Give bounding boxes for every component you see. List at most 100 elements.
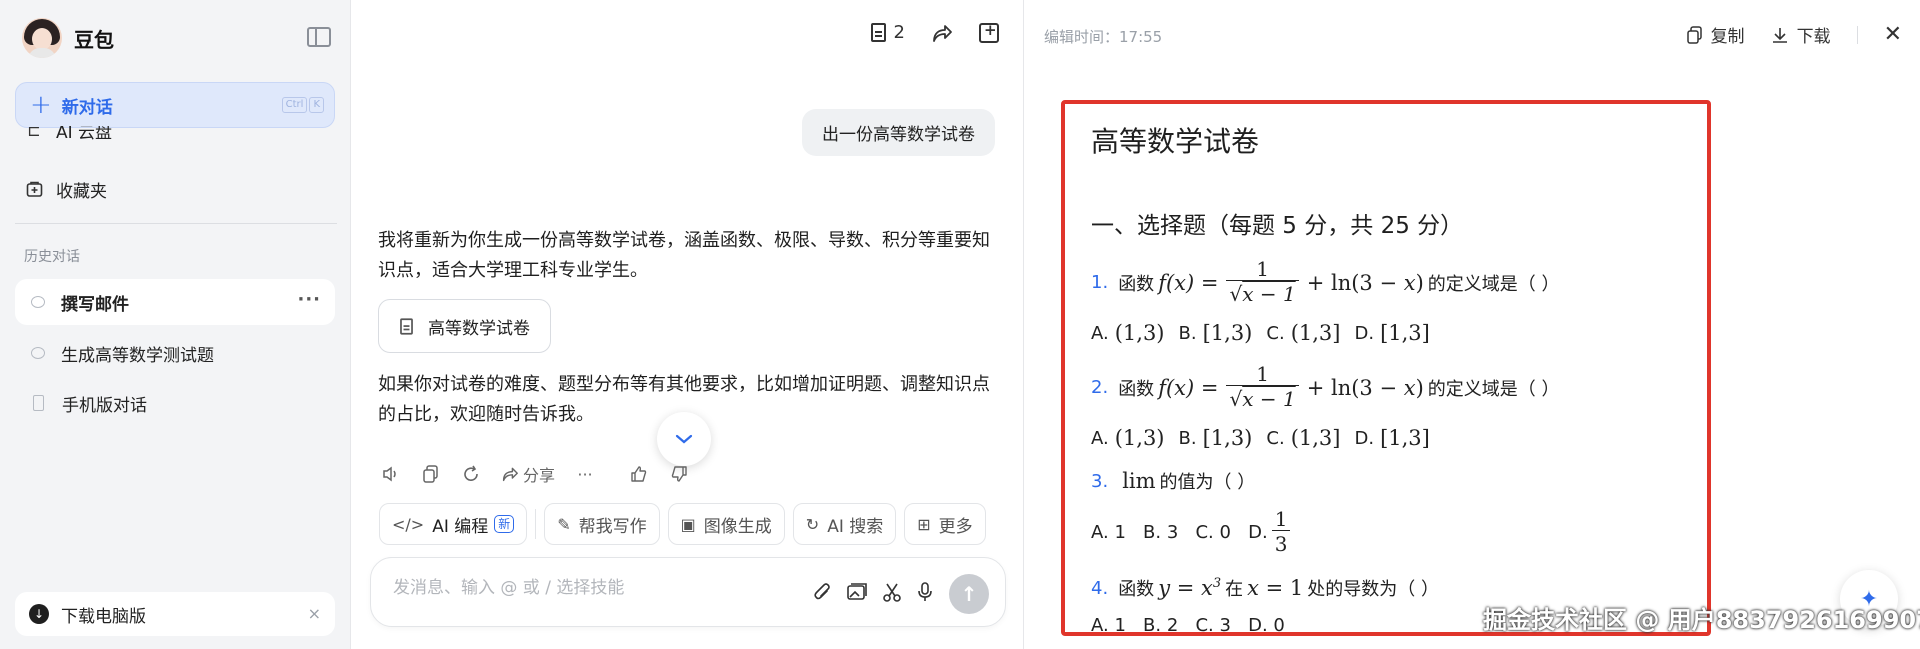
option-label: D. bbox=[1354, 322, 1375, 344]
microphone-icon[interactable] bbox=[917, 581, 933, 607]
document-card-title: 高等数学试卷 bbox=[428, 318, 530, 339]
math-expression: f(x) = bbox=[1158, 375, 1219, 400]
math-fraction: 1 √x − 1 bbox=[1226, 258, 1299, 307]
copy-button[interactable]: 复制 bbox=[1686, 22, 1745, 47]
scissors-icon[interactable] bbox=[883, 582, 901, 607]
image-upload-icon[interactable] bbox=[847, 582, 867, 606]
skill-writing[interactable]: ✎ 帮我写作 bbox=[544, 503, 660, 545]
search-icon: ↻ bbox=[805, 514, 820, 534]
phone-icon bbox=[33, 395, 44, 411]
copy-icon[interactable] bbox=[421, 464, 441, 484]
sidebar-item-favorites[interactable]: 收藏夹 bbox=[24, 174, 107, 204]
message-input[interactable] bbox=[393, 578, 753, 598]
documents-button[interactable]: 2 bbox=[870, 22, 905, 43]
share-button[interactable]: 分享 bbox=[501, 462, 555, 486]
question: 1. 函数 f(x) = 1 √x − 1 + ln(3 − x) 的定义域是（ … bbox=[1091, 258, 1681, 307]
history-item-label: 生成高等数学测试题 bbox=[61, 345, 214, 366]
document-icon bbox=[400, 317, 413, 335]
avatar bbox=[22, 18, 62, 58]
history-item[interactable]: 撰写邮件 ··· bbox=[15, 279, 335, 325]
share-label: 分享 bbox=[523, 466, 556, 485]
message-composer: ↑ bbox=[370, 557, 1006, 627]
share-icon bbox=[502, 467, 518, 482]
image-icon: ▣ bbox=[680, 514, 696, 534]
option-label: A. bbox=[1091, 322, 1109, 344]
skill-image-generation[interactable]: ▣ 图像生成 bbox=[667, 503, 785, 545]
regenerate-icon[interactable] bbox=[461, 464, 481, 484]
download-desktop-button[interactable]: ↓ 下载电脑版 × bbox=[15, 592, 335, 636]
question-number: 1. bbox=[1091, 272, 1109, 293]
option-value: (1,3) bbox=[1114, 426, 1165, 450]
option-value: (1,3] bbox=[1290, 426, 1341, 450]
question-text: 的定义域是（ ） bbox=[1427, 378, 1560, 400]
question-options: A. (1,3) B. [1,3) C. (1,3] D. [1,3] bbox=[1091, 426, 1681, 450]
math-expression: f(x) = bbox=[1158, 270, 1219, 295]
option-value: [1,3] bbox=[1380, 426, 1430, 450]
watermark: 掘金技术社区 @ 用户8837926169907 bbox=[1483, 606, 1920, 634]
chevron-down-icon bbox=[675, 434, 693, 444]
chat-area: 2 出一份高等数学试卷 我将重新为你生成一份高等数学试卷，涵盖函数、极限、导数、… bbox=[351, 0, 1023, 649]
close-icon[interactable]: ✕ bbox=[1884, 22, 1902, 47]
chat-bubble-icon bbox=[31, 296, 45, 308]
question-number: 3. bbox=[1091, 470, 1109, 492]
document-title: 高等数学试卷 bbox=[1091, 125, 1260, 158]
user-message: 出一份高等数学试卷 bbox=[802, 109, 995, 156]
panel-toolbar: 复制 下载 ✕ bbox=[1686, 22, 1902, 47]
composer-tools: ↑ bbox=[813, 574, 989, 614]
option-label: C. bbox=[1266, 322, 1285, 344]
new-chat-button[interactable]: + 新对话 Ctrl K bbox=[15, 82, 335, 128]
scroll-down-button[interactable] bbox=[657, 412, 711, 466]
skill-more[interactable]: ⊞ 更多 bbox=[904, 503, 986, 545]
share-icon[interactable] bbox=[931, 23, 953, 43]
math-expression: + ln(3 − x) bbox=[1306, 375, 1424, 400]
question-text: 在 bbox=[1225, 579, 1244, 600]
option-list: A. 1 B. 3 C. 0 D. bbox=[1091, 522, 1268, 543]
sidebar-item-label: 收藏夹 bbox=[56, 181, 107, 202]
question-options: A. (1,3) B. [1,3) C. (1,3] D. [1,3] bbox=[1091, 321, 1681, 345]
history-item[interactable]: 手机版对话 bbox=[15, 380, 335, 426]
speaker-icon[interactable] bbox=[381, 464, 401, 484]
message-actions: 分享 ··· bbox=[381, 462, 689, 486]
question-options: A. 1 B. 3 C. 0 D. 13 bbox=[1091, 508, 1681, 557]
chat-toolbar: 2 bbox=[870, 21, 999, 43]
sidebar-collapse-icon[interactable] bbox=[307, 27, 331, 47]
history-item-label: 撰写邮件 bbox=[61, 294, 129, 315]
option-label: D. bbox=[1354, 427, 1375, 449]
attachment-icon[interactable] bbox=[813, 582, 831, 607]
skill-ai-coding[interactable]: </> AI 编程 新 bbox=[379, 503, 528, 545]
shortcut-key: K bbox=[309, 97, 324, 113]
math-expression: lim bbox=[1122, 469, 1156, 493]
download-button[interactable]: 下载 bbox=[1771, 22, 1831, 47]
close-icon[interactable]: × bbox=[308, 604, 321, 623]
brand[interactable]: 豆包 bbox=[22, 16, 114, 60]
option-value: [1,3] bbox=[1380, 321, 1430, 345]
thumbs-down-icon[interactable] bbox=[669, 464, 689, 484]
question-text: 函数 bbox=[1118, 378, 1155, 400]
skill-label: 图像生成 bbox=[703, 516, 772, 537]
skill-bar: </> AI 编程 新 ✎ 帮我写作 ▣ 图像生成 ↻ AI 搜索 ⊞ 更多 bbox=[379, 503, 986, 545]
favorites-icon bbox=[24, 179, 44, 199]
copy-label: 复制 bbox=[1710, 27, 1745, 47]
question: 2. 函数 f(x) = 1 √x − 1 + ln(3 − x) 的定义域是（ … bbox=[1091, 363, 1681, 412]
history-item[interactable]: 生成高等数学测试题 bbox=[15, 330, 335, 376]
send-button[interactable]: ↑ bbox=[949, 574, 989, 614]
option-label: C. bbox=[1266, 427, 1285, 449]
shortcut-key: Ctrl bbox=[281, 97, 308, 113]
code-icon: </> bbox=[392, 514, 425, 534]
question-number: 4. bbox=[1091, 577, 1109, 599]
more-icon[interactable]: ··· bbox=[575, 464, 595, 484]
skill-ai-search[interactable]: ↻ AI 搜索 bbox=[792, 503, 897, 545]
document-card[interactable]: 高等数学试卷 bbox=[378, 299, 551, 353]
download-icon: ↓ bbox=[29, 604, 49, 624]
sidebar-item-cloud[interactable]: ⊏ AI 云盘 bbox=[24, 126, 112, 146]
more-options-icon[interactable]: ··· bbox=[297, 289, 321, 310]
thumbs-up-icon[interactable] bbox=[629, 464, 649, 484]
skill-label: AI 搜索 bbox=[827, 516, 884, 537]
question-text: 函数 bbox=[1118, 579, 1155, 600]
option-value: [1,3) bbox=[1202, 321, 1253, 345]
history-item-label: 手机版对话 bbox=[62, 395, 147, 416]
history-title: 历史对话 bbox=[24, 249, 80, 265]
download-desktop-label: 下载电脑版 bbox=[61, 606, 146, 627]
question: 3. lim 的值为（ ） bbox=[1091, 468, 1681, 494]
new-window-icon[interactable] bbox=[979, 21, 999, 43]
